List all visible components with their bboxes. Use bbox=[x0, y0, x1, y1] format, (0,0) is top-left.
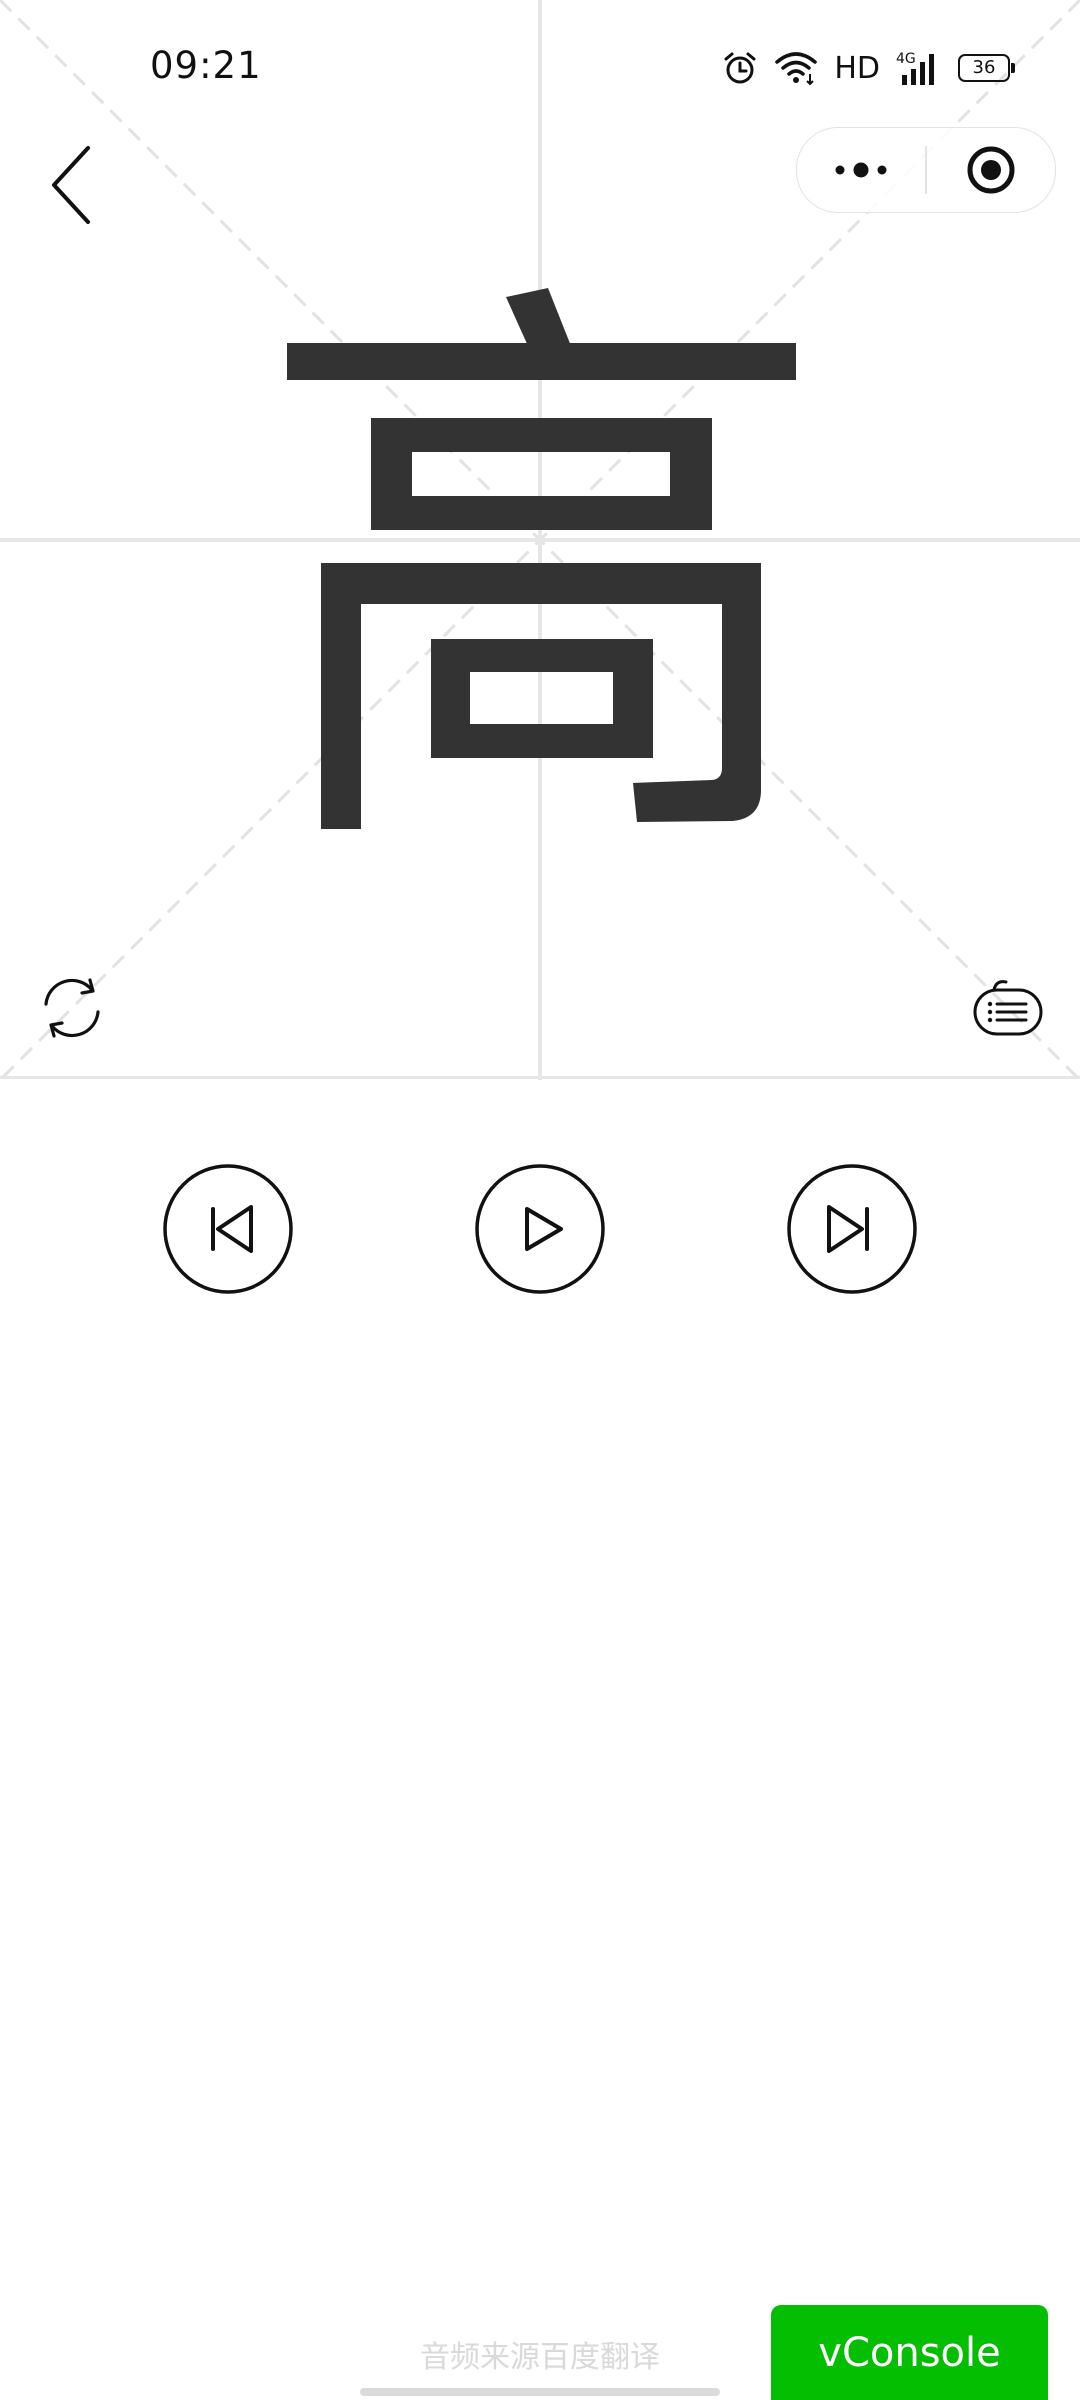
battery-level: 36 bbox=[972, 57, 996, 78]
refresh-button[interactable] bbox=[36, 972, 108, 1044]
status-bar: 09:21 HD 4G 36 bbox=[0, 0, 1080, 130]
play-icon bbox=[475, 1164, 605, 1294]
app-screen: 09:21 HD 4G 36 音频来源百度翻译 vConsole bbox=[0, 0, 1080, 2400]
battery-icon: 36 bbox=[958, 54, 1015, 82]
mini-program-capsule bbox=[796, 127, 1056, 213]
cellular-signal-icon: 4G bbox=[896, 51, 934, 85]
character-strokes bbox=[287, 288, 796, 829]
cellular-label: 4G bbox=[896, 51, 916, 67]
wifi-icon bbox=[775, 52, 818, 86]
refresh-icon bbox=[44, 978, 100, 1038]
hd-label: HD bbox=[834, 50, 880, 86]
list-bubble-icon bbox=[973, 980, 1043, 1036]
close-mini-program-button[interactable] bbox=[927, 128, 1055, 212]
back-button[interactable] bbox=[40, 140, 110, 230]
more-button[interactable] bbox=[797, 128, 925, 212]
status-time: 09:21 bbox=[150, 44, 262, 87]
chevron-left-icon bbox=[52, 146, 90, 224]
previous-button[interactable] bbox=[162, 1163, 294, 1295]
more-dots-icon bbox=[835, 162, 887, 178]
skip-next-icon bbox=[787, 1164, 917, 1294]
play-button[interactable] bbox=[474, 1163, 606, 1295]
vconsole-button[interactable]: vConsole bbox=[771, 2305, 1048, 2400]
alarm-icon bbox=[724, 52, 756, 84]
target-circle-icon bbox=[967, 146, 1014, 194]
next-button[interactable] bbox=[786, 1163, 918, 1295]
home-indicator[interactable] bbox=[360, 2388, 720, 2396]
skip-previous-icon bbox=[163, 1164, 293, 1294]
status-icons: HD 4G 36 bbox=[722, 46, 1015, 90]
stroke-list-button[interactable] bbox=[972, 976, 1044, 1040]
